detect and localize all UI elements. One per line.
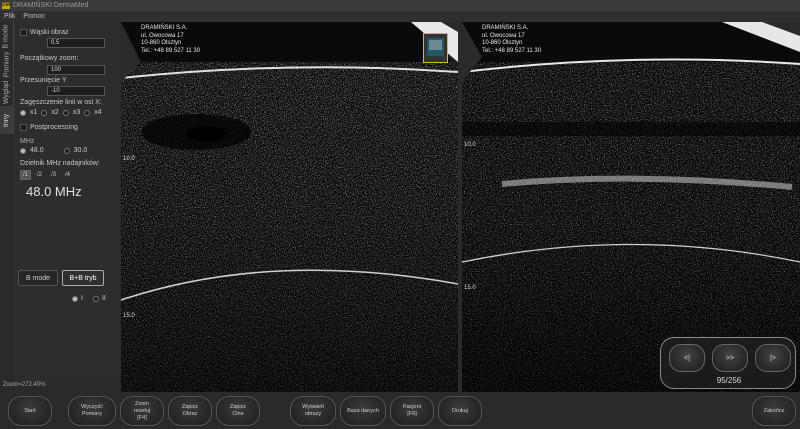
zoom-status: Zoom=272.40% bbox=[3, 382, 46, 388]
b-mode-button[interactable]: B mode bbox=[18, 270, 58, 286]
save-cine-button[interactable]: Zapisz Cine bbox=[216, 396, 260, 426]
density-label: Zagęszczenie linii w osi X: bbox=[20, 99, 102, 106]
zoom-reset-button[interactable]: Zoom resetuj [F4] bbox=[120, 396, 164, 426]
tab-measurements[interactable]: Pomiary bbox=[0, 50, 14, 78]
mhz-label: MHz bbox=[20, 138, 35, 145]
narrow-image-checkbox[interactable] bbox=[20, 29, 27, 36]
narrow-image-input[interactable]: 0.5 bbox=[47, 38, 105, 48]
shift-label: Przesunięcie Y bbox=[20, 77, 67, 84]
density-x4-radio[interactable] bbox=[84, 109, 91, 116]
mhz-30-label: 30.0 bbox=[73, 147, 88, 154]
bb-mode-button[interactable]: B+B tryb bbox=[62, 270, 104, 286]
play-button[interactable]: >> bbox=[712, 344, 748, 372]
tab-b-mode[interactable]: B mode bbox=[0, 22, 14, 50]
view-double-radio[interactable] bbox=[92, 295, 99, 302]
clinic-address-right: DRAMIŃSKI S.A. ul. Owocowa 17 10-860 Ols… bbox=[482, 25, 541, 55]
zoom-input[interactable]: 100 bbox=[47, 65, 105, 75]
shift-input[interactable]: -10 bbox=[47, 86, 105, 96]
address-line: DRAMIŃSKI S.A. bbox=[141, 25, 188, 31]
address-line: Tel.: +48 89 527 11 30 bbox=[141, 47, 201, 54]
ultrasound-scan-left bbox=[121, 22, 458, 392]
view-single-label: I bbox=[81, 295, 83, 302]
menu-bar: Plik Pomoc bbox=[0, 11, 800, 22]
clinic-address-left: DRAMIŃSKI S.A. ul. Owocowa 17 10-860 Ols… bbox=[141, 25, 200, 55]
narrow-image-label: Wąski obraz bbox=[30, 29, 69, 36]
frame-counter: 95/256 bbox=[716, 376, 742, 385]
depth-label-left-10: 10.0 bbox=[123, 156, 135, 162]
window-title: DRAMIŃSKI DermaMed bbox=[13, 2, 89, 9]
app-logo-icon: DM bbox=[2, 2, 10, 9]
zoom-label: Początkowy zoom: bbox=[20, 55, 79, 62]
postprocessing-label: Postprocessing bbox=[30, 124, 78, 131]
next-frame-button[interactable]: |> bbox=[755, 344, 791, 372]
mhz-48-label: 48.0 bbox=[30, 147, 44, 154]
probe-thumbnail bbox=[423, 33, 448, 63]
divider-label: Dzielnik MHz nadajników: bbox=[20, 160, 100, 167]
mhz-48-radio[interactable] bbox=[20, 147, 26, 154]
app-window: DM DRAMIŃSKI DermaMed Plik Pomoc B mode … bbox=[0, 0, 800, 429]
depth-label-right-10: 10.0 bbox=[464, 142, 476, 148]
patient-button[interactable]: Pacjent [F8] bbox=[390, 396, 434, 426]
density-options: x1 x2 x3 x4 bbox=[20, 109, 102, 116]
density-x1-radio[interactable] bbox=[20, 109, 26, 116]
density-x2-radio[interactable] bbox=[41, 109, 48, 116]
side-tabs: B mode Pomiary Wygląd Inny bbox=[0, 22, 14, 136]
tab-other[interactable]: Inny bbox=[0, 106, 14, 134]
clear-measurements-button[interactable]: Wyczyść Pomiary bbox=[68, 396, 116, 426]
show-images-button[interactable]: Wyświetl obrazy bbox=[290, 396, 336, 426]
exit-button[interactable]: Zakończ bbox=[752, 396, 796, 426]
address-line: DRAMIŃSKI S.A. bbox=[482, 25, 529, 31]
mhz-options: 48.0 30.0 bbox=[20, 147, 87, 154]
address-line: 10-860 Olsztyn bbox=[482, 40, 523, 46]
divider-4-button[interactable]: /4 bbox=[62, 170, 73, 180]
divider-1-button[interactable]: /1 bbox=[20, 170, 31, 180]
cine-navigator: <| >> |> 95/256 bbox=[660, 337, 796, 389]
divider-2-button[interactable]: /2 bbox=[34, 170, 45, 180]
depth-label-left-15: 15.0 bbox=[123, 313, 135, 319]
print-button[interactable]: Drukuj bbox=[438, 396, 482, 426]
postprocessing-checkbox[interactable] bbox=[20, 124, 27, 131]
settings-panel: Wąski obraz 0.5 Początkowy zoom: 100 Prz… bbox=[14, 22, 120, 382]
save-image-button[interactable]: Zapisz Obraz bbox=[168, 396, 212, 426]
address-line: 10-860 Olsztyn bbox=[141, 40, 182, 46]
view-double-label: II bbox=[101, 295, 106, 302]
density-x1-label: x1 bbox=[30, 109, 38, 116]
density-x3-label: x3 bbox=[72, 109, 81, 116]
title-bar: DM DRAMIŃSKI DermaMed bbox=[0, 0, 800, 11]
address-line: ul. Owocowa 17 bbox=[482, 32, 525, 39]
density-x4-label: x4 bbox=[94, 109, 102, 116]
probe-thumbnail-image bbox=[424, 34, 447, 62]
database-button[interactable]: Baza danych bbox=[340, 396, 386, 426]
menu-help[interactable]: Pomoc bbox=[23, 13, 45, 20]
start-button[interactable]: Start bbox=[8, 396, 52, 426]
address-line: Tel.: +48 89 527 11 30 bbox=[482, 47, 542, 54]
narrow-image-row: Wąski obraz bbox=[20, 29, 69, 36]
address-line: ul. Owocowa 17 bbox=[141, 32, 184, 39]
ultrasound-image-left[interactable]: DRAMIŃSKI S.A. ul. Owocowa 17 10-860 Ols… bbox=[121, 22, 458, 392]
tab-appearance[interactable]: Wygląd bbox=[0, 78, 14, 106]
divider-options: /1 /2 /3 /4 bbox=[20, 170, 73, 180]
depth-label-right-15: 15.0 bbox=[464, 285, 476, 291]
mhz-30-radio[interactable] bbox=[63, 147, 70, 154]
postprocessing-row: Postprocessing bbox=[20, 124, 78, 131]
divider-3-button[interactable]: /3 bbox=[48, 170, 59, 180]
view-toggle: I II bbox=[72, 295, 106, 302]
prev-frame-button[interactable]: <| bbox=[669, 344, 705, 372]
density-x2-label: x2 bbox=[51, 109, 59, 116]
density-x3-radio[interactable] bbox=[62, 109, 69, 116]
view-single-radio[interactable] bbox=[72, 295, 78, 302]
menu-file[interactable]: Plik bbox=[4, 13, 15, 20]
frequency-readout: 48.0 MHz bbox=[26, 184, 82, 199]
